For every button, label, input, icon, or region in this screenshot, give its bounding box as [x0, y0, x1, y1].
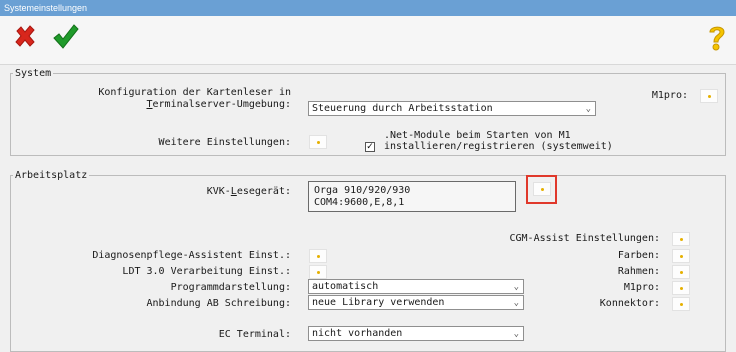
diagnose-label: Diagnosenpflege-Assistent Einst.: [92, 250, 291, 261]
m1pro-label: M1pro: [651, 90, 688, 101]
programm-select[interactable]: automatisch ⌄ [308, 279, 524, 294]
kartenleser-label-line2: Terminalserver-Umgebung: [146, 99, 291, 110]
rahmen-ellipsis-button[interactable] [672, 265, 690, 279]
green-checkmark-icon [53, 24, 79, 49]
anbindung-label: Anbindung AB Schreibung: [146, 298, 292, 309]
cancel-button[interactable] [10, 22, 40, 52]
ec-terminal-label: EC Terminal: [218, 329, 291, 340]
chevron-down-icon: ⌄ [513, 298, 519, 308]
help-button[interactable] [702, 22, 732, 52]
kvk-device-box: Orga 910/920/930 COM4:9600,E,8,1 [308, 181, 516, 212]
anbindung-select[interactable]: neue Library verwenden ⌄ [308, 295, 524, 310]
kartenleser-value: Steuerung durch Arbeitsstation [312, 103, 493, 114]
chevron-down-icon: ⌄ [585, 104, 591, 114]
m1pro-ellipsis-button[interactable] [700, 89, 718, 103]
arbeitsplatz-legend: Arbeitsplatz [15, 170, 88, 181]
weitere-label: Weitere Einstellungen: [158, 137, 291, 148]
konnektor-label: Konnektor: [599, 298, 660, 309]
ldt-ellipsis-button[interactable] [309, 265, 327, 279]
farben-ellipsis-button[interactable] [672, 249, 690, 263]
m1pro-ap-ellipsis-button[interactable] [672, 281, 690, 295]
kvk-label: KVK-Lesegerät: [206, 186, 291, 197]
programm-label: Programmdarstellung: [170, 282, 291, 293]
m1pro-ap-label: M1pro: [623, 282, 660, 293]
red-x-icon [15, 25, 35, 47]
ec-terminal-select[interactable]: nicht vorhanden ⌄ [308, 326, 524, 341]
cgm-assist-ellipsis-button[interactable] [672, 232, 690, 246]
weitere-ellipsis-button[interactable] [309, 135, 327, 149]
window-title: Systemeinstellungen [0, 0, 736, 16]
netmodule-label-line2: installieren/registrieren (systemweit) [384, 141, 613, 152]
question-mark-icon [709, 26, 725, 51]
ok-button[interactable] [50, 22, 80, 52]
cgm-assist-label: CGM-Assist Einstellungen: [509, 233, 660, 244]
system-legend: System [15, 68, 52, 79]
programm-value: automatisch [312, 281, 379, 292]
farben-label: Farben: [617, 250, 660, 261]
kartenleser-select[interactable]: Steuerung durch Arbeitsstation ⌄ [308, 101, 596, 116]
kvk-ellipsis-button[interactable] [533, 182, 551, 196]
diagnose-ellipsis-button[interactable] [309, 249, 327, 263]
anbindung-value: neue Library verwenden [312, 297, 445, 308]
rahmen-label: Rahmen: [617, 266, 660, 277]
ldt-label: LDT 3.0 Verarbeitung Einst.: [122, 266, 291, 277]
konnektor-ellipsis-button[interactable] [672, 297, 690, 311]
kartenleser-label-line1: Konfiguration der Kartenleser in [98, 87, 291, 98]
chevron-down-icon: ⌄ [513, 329, 519, 339]
kvk-device-line2: COM4:9600,E,8,1 [314, 197, 405, 208]
netmodule-checkbox[interactable]: ✓ [365, 142, 375, 152]
toolbar [0, 16, 736, 65]
chevron-down-icon: ⌄ [513, 282, 519, 292]
kvk-device-line1: Orga 910/920/930 [314, 185, 411, 196]
ec-terminal-value: nicht vorhanden [312, 328, 403, 339]
